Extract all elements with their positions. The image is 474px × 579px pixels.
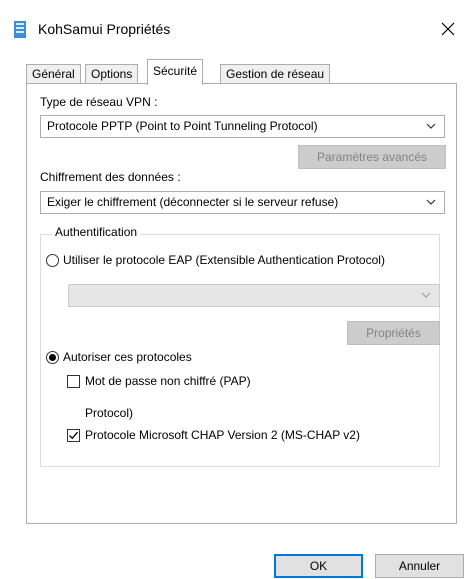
tab-label: Gestion de réseau	[226, 67, 325, 81]
eap-radio-label: Utiliser le protocole EAP (Extensible Au…	[63, 253, 385, 267]
advanced-settings-button[interactable]: Paramètres avancés	[298, 145, 446, 169]
pap-checkbox[interactable]	[67, 375, 80, 388]
tab-options[interactable]: Options	[85, 64, 139, 84]
tab-gestion-reseau[interactable]: Gestion de réseau	[220, 64, 331, 84]
eap-radio[interactable]	[46, 254, 59, 267]
dialog-button-bar: OK Annuler	[0, 525, 474, 579]
clipped-protocol-text: Protocol)	[85, 406, 134, 420]
window-title: KohSamui Propriétés	[38, 21, 171, 37]
mschap-v2-checkbox[interactable]	[67, 429, 80, 442]
mschap-v2-label: Protocole Microsoft CHAP Version 2 (MS-C…	[85, 428, 360, 442]
encryption-label: Chiffrement des données :	[40, 170, 181, 184]
chevron-down-icon	[426, 123, 436, 129]
ok-button[interactable]: OK	[274, 554, 363, 578]
encryption-select[interactable]: Exiger le chiffrement (déconnecter si le…	[40, 191, 445, 214]
eap-properties-button[interactable]: Propriétés	[347, 321, 440, 345]
chevron-down-icon	[421, 292, 431, 298]
tab-label: Sécurité	[153, 64, 198, 78]
tab-general[interactable]: Général	[26, 64, 81, 84]
tab-securite[interactable]: Sécurité	[147, 59, 204, 85]
network-connection-icon	[14, 21, 26, 38]
security-panel: Type de réseau VPN : Protocole PPTP (Poi…	[26, 83, 457, 524]
vpn-type-select[interactable]: Protocole PPTP (Point to Point Tunneling…	[40, 115, 445, 138]
title-bar: KohSamui Propriétés	[0, 0, 474, 55]
cancel-button[interactable]: Annuler	[375, 554, 464, 578]
chevron-down-icon	[426, 199, 436, 205]
vpn-type-label: Type de réseau VPN :	[40, 95, 158, 109]
vpn-type-value: Protocole PPTP (Point to Point Tunneling…	[47, 119, 318, 133]
close-button[interactable]	[433, 14, 463, 44]
allow-protocols-label: Autoriser ces protocoles	[63, 350, 192, 364]
authentication-group-label: Authentification	[52, 225, 141, 239]
allow-protocols-radio[interactable]	[46, 351, 59, 364]
pap-label: Mot de passe non chiffré (PAP)	[85, 374, 251, 388]
tab-label: Options	[91, 67, 133, 81]
checkmark-icon	[69, 431, 78, 440]
dialog-client-area: Général Options Sécurité Gestion de rése…	[0, 55, 474, 579]
eap-method-select[interactable]	[68, 284, 440, 307]
tab-label: Général	[32, 67, 75, 81]
close-icon	[441, 22, 455, 36]
encryption-value: Exiger le chiffrement (déconnecter si le…	[47, 195, 339, 209]
